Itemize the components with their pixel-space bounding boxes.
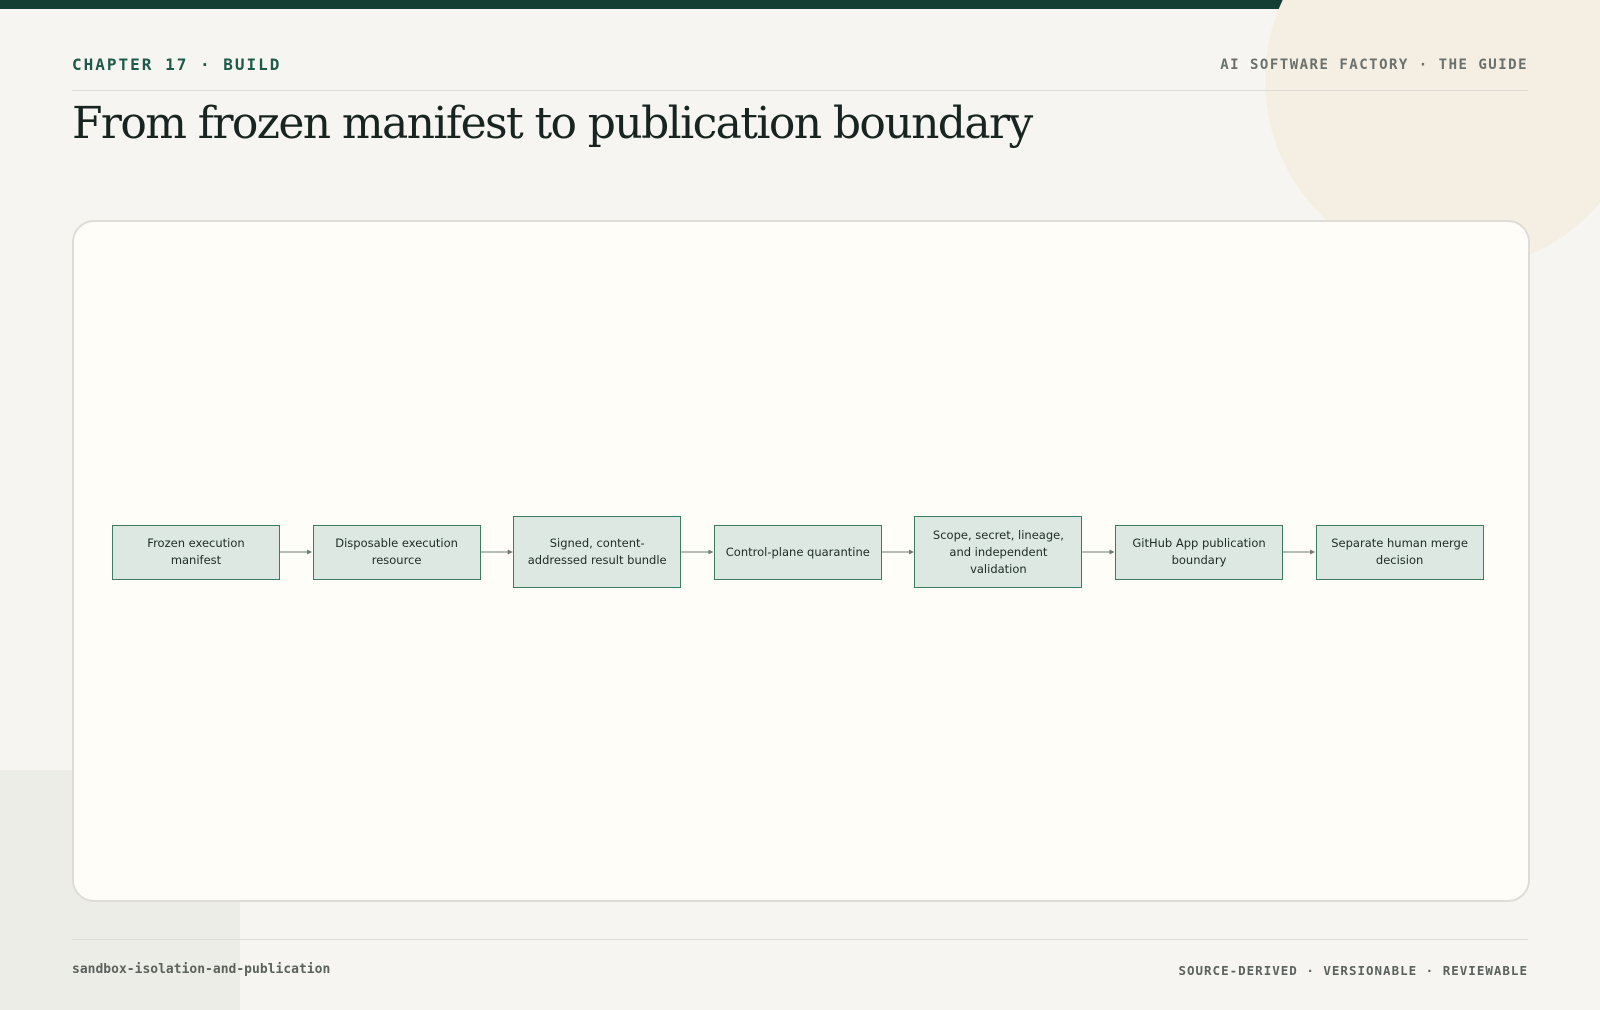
flow-step-label: Signed, content-addressed result bundle [527, 536, 667, 567]
flow-step: Signed, content-addressed result bundle [513, 516, 682, 588]
footer-tagline: SOURCE-DERIVED · VERSIONABLE · REVIEWABL… [1178, 963, 1528, 978]
chapter-label: CHAPTER 17 · BUILD [72, 55, 282, 74]
flow-step: GitHub App publication boundary [1115, 524, 1283, 580]
footer-divider [72, 939, 1528, 940]
flow-step: Scope, secret, lineage, and independent … [914, 516, 1083, 588]
flow-step-label: Separate human merge decision [1331, 536, 1468, 567]
guide-label: AI SOFTWARE FACTORY · THE GUIDE [1220, 57, 1528, 73]
diagram-panel: Frozen execution manifest Disposable exec… [72, 220, 1530, 902]
flow-step-label: Scope, secret, lineage, and independent … [932, 527, 1064, 576]
flow-step: Separate human merge decision [1315, 524, 1484, 580]
flow-step-label: Disposable execution resource [335, 536, 458, 567]
flow-step: Control-plane quarantine [713, 524, 882, 580]
flow-step-label: Control-plane quarantine [725, 544, 870, 559]
flow-step: Disposable execution resource [312, 524, 481, 580]
flow-step-label: Frozen execution manifest [147, 536, 245, 567]
page-title: From frozen manifest to publication boun… [72, 98, 1033, 149]
footer-slug: sandbox-isolation-and-publication [72, 962, 331, 977]
flow-step-label: GitHub App publication boundary [1132, 536, 1266, 567]
header-divider [72, 90, 1528, 91]
flow-step: Frozen execution manifest [112, 524, 280, 580]
